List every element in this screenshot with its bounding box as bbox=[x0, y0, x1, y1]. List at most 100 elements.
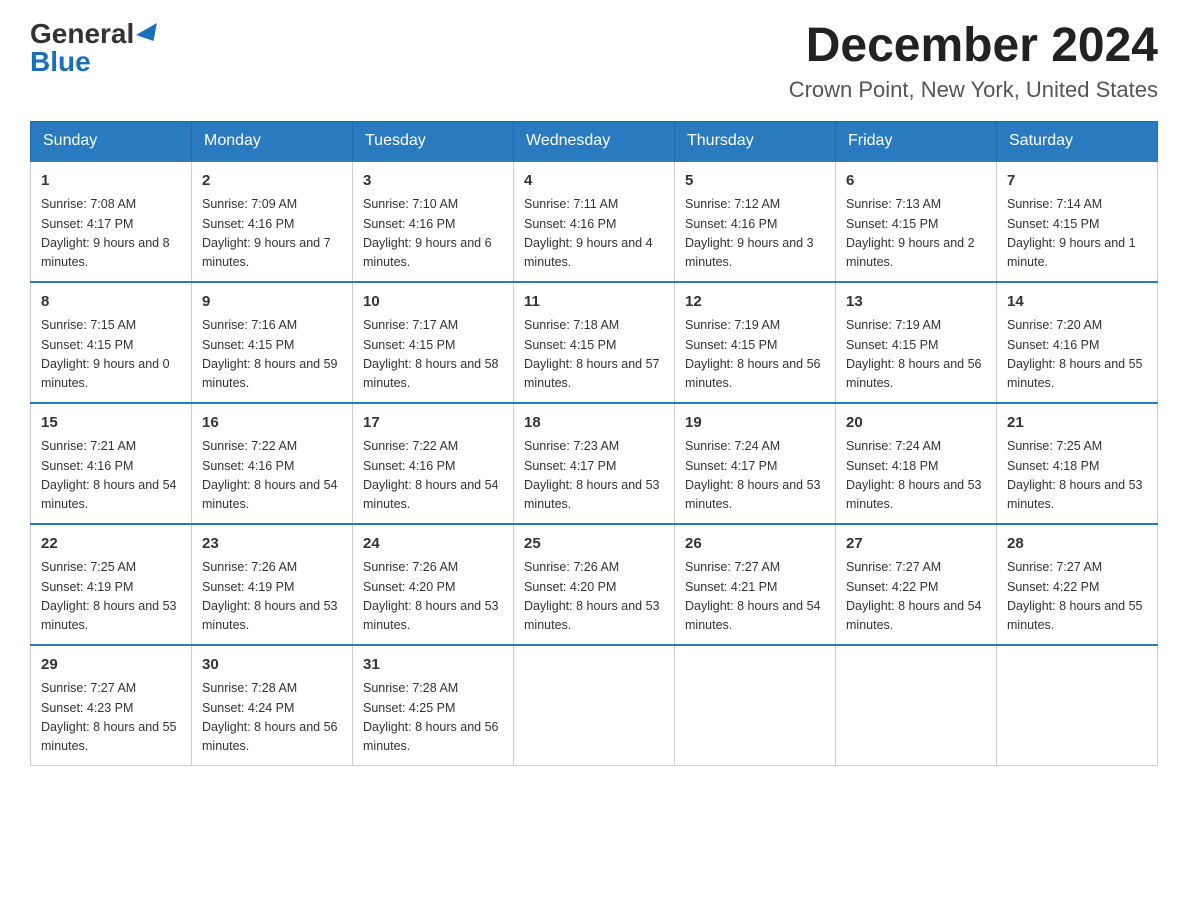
day-number: 30 bbox=[202, 654, 342, 677]
day-info: Sunrise: 7:24 AM Sunset: 4:17 PM Dayligh… bbox=[685, 437, 825, 515]
calendar-header-saturday: Saturday bbox=[997, 121, 1158, 161]
calendar-cell: 7 Sunrise: 7:14 AM Sunset: 4:15 PM Dayli… bbox=[997, 161, 1158, 282]
calendar-week-row: 29 Sunrise: 7:27 AM Sunset: 4:23 PM Dayl… bbox=[31, 645, 1158, 766]
day-info: Sunrise: 7:28 AM Sunset: 4:25 PM Dayligh… bbox=[363, 679, 503, 757]
day-number: 22 bbox=[41, 533, 181, 556]
calendar-cell: 28 Sunrise: 7:27 AM Sunset: 4:22 PM Dayl… bbox=[997, 524, 1158, 645]
day-info: Sunrise: 7:21 AM Sunset: 4:16 PM Dayligh… bbox=[41, 437, 181, 515]
day-number: 8 bbox=[41, 291, 181, 314]
day-info: Sunrise: 7:16 AM Sunset: 4:15 PM Dayligh… bbox=[202, 316, 342, 394]
calendar-week-row: 15 Sunrise: 7:21 AM Sunset: 4:16 PM Dayl… bbox=[31, 403, 1158, 524]
day-info: Sunrise: 7:20 AM Sunset: 4:16 PM Dayligh… bbox=[1007, 316, 1147, 394]
day-number: 3 bbox=[363, 170, 503, 193]
day-number: 10 bbox=[363, 291, 503, 314]
calendar-cell: 11 Sunrise: 7:18 AM Sunset: 4:15 PM Dayl… bbox=[514, 282, 675, 403]
calendar-cell: 19 Sunrise: 7:24 AM Sunset: 4:17 PM Dayl… bbox=[675, 403, 836, 524]
calendar-cell bbox=[836, 645, 997, 766]
day-info: Sunrise: 7:11 AM Sunset: 4:16 PM Dayligh… bbox=[524, 195, 664, 273]
calendar-cell: 29 Sunrise: 7:27 AM Sunset: 4:23 PM Dayl… bbox=[31, 645, 192, 766]
calendar-cell: 12 Sunrise: 7:19 AM Sunset: 4:15 PM Dayl… bbox=[675, 282, 836, 403]
day-number: 16 bbox=[202, 412, 342, 435]
logo-blue-text: Blue bbox=[30, 48, 91, 76]
day-info: Sunrise: 7:27 AM Sunset: 4:22 PM Dayligh… bbox=[1007, 558, 1147, 636]
day-number: 27 bbox=[846, 533, 986, 556]
calendar-header-row: SundayMondayTuesdayWednesdayThursdayFrid… bbox=[31, 121, 1158, 161]
calendar-cell: 8 Sunrise: 7:15 AM Sunset: 4:15 PM Dayli… bbox=[31, 282, 192, 403]
logo-arrow-icon bbox=[136, 23, 164, 47]
day-info: Sunrise: 7:24 AM Sunset: 4:18 PM Dayligh… bbox=[846, 437, 986, 515]
month-title: December 2024 bbox=[789, 20, 1158, 73]
location-title: Crown Point, New York, United States bbox=[789, 77, 1158, 103]
day-info: Sunrise: 7:27 AM Sunset: 4:21 PM Dayligh… bbox=[685, 558, 825, 636]
day-number: 26 bbox=[685, 533, 825, 556]
calendar-header-monday: Monday bbox=[192, 121, 353, 161]
day-number: 15 bbox=[41, 412, 181, 435]
calendar-cell: 17 Sunrise: 7:22 AM Sunset: 4:16 PM Dayl… bbox=[353, 403, 514, 524]
day-number: 21 bbox=[1007, 412, 1147, 435]
day-number: 7 bbox=[1007, 170, 1147, 193]
calendar-cell: 26 Sunrise: 7:27 AM Sunset: 4:21 PM Dayl… bbox=[675, 524, 836, 645]
calendar-week-row: 8 Sunrise: 7:15 AM Sunset: 4:15 PM Dayli… bbox=[31, 282, 1158, 403]
day-number: 5 bbox=[685, 170, 825, 193]
calendar-week-row: 22 Sunrise: 7:25 AM Sunset: 4:19 PM Dayl… bbox=[31, 524, 1158, 645]
calendar-header-thursday: Thursday bbox=[675, 121, 836, 161]
calendar-cell bbox=[675, 645, 836, 766]
logo: General Blue bbox=[30, 20, 162, 76]
day-number: 18 bbox=[524, 412, 664, 435]
day-number: 11 bbox=[524, 291, 664, 314]
day-number: 17 bbox=[363, 412, 503, 435]
day-info: Sunrise: 7:25 AM Sunset: 4:19 PM Dayligh… bbox=[41, 558, 181, 636]
title-area: December 2024 Crown Point, New York, Uni… bbox=[789, 20, 1158, 103]
day-info: Sunrise: 7:08 AM Sunset: 4:17 PM Dayligh… bbox=[41, 195, 181, 273]
day-number: 1 bbox=[41, 170, 181, 193]
day-number: 13 bbox=[846, 291, 986, 314]
day-info: Sunrise: 7:22 AM Sunset: 4:16 PM Dayligh… bbox=[363, 437, 503, 515]
day-number: 9 bbox=[202, 291, 342, 314]
calendar-week-row: 1 Sunrise: 7:08 AM Sunset: 4:17 PM Dayli… bbox=[31, 161, 1158, 282]
day-number: 4 bbox=[524, 170, 664, 193]
calendar-cell: 20 Sunrise: 7:24 AM Sunset: 4:18 PM Dayl… bbox=[836, 403, 997, 524]
day-number: 2 bbox=[202, 170, 342, 193]
day-number: 31 bbox=[363, 654, 503, 677]
calendar-cell: 15 Sunrise: 7:21 AM Sunset: 4:16 PM Dayl… bbox=[31, 403, 192, 524]
calendar-cell: 1 Sunrise: 7:08 AM Sunset: 4:17 PM Dayli… bbox=[31, 161, 192, 282]
calendar-cell: 18 Sunrise: 7:23 AM Sunset: 4:17 PM Dayl… bbox=[514, 403, 675, 524]
day-number: 28 bbox=[1007, 533, 1147, 556]
day-info: Sunrise: 7:09 AM Sunset: 4:16 PM Dayligh… bbox=[202, 195, 342, 273]
calendar-cell: 5 Sunrise: 7:12 AM Sunset: 4:16 PM Dayli… bbox=[675, 161, 836, 282]
calendar-cell: 6 Sunrise: 7:13 AM Sunset: 4:15 PM Dayli… bbox=[836, 161, 997, 282]
page-header: General Blue December 2024 Crown Point, … bbox=[30, 20, 1158, 103]
day-info: Sunrise: 7:27 AM Sunset: 4:22 PM Dayligh… bbox=[846, 558, 986, 636]
day-number: 12 bbox=[685, 291, 825, 314]
calendar-cell: 10 Sunrise: 7:17 AM Sunset: 4:15 PM Dayl… bbox=[353, 282, 514, 403]
calendar-cell: 16 Sunrise: 7:22 AM Sunset: 4:16 PM Dayl… bbox=[192, 403, 353, 524]
calendar-header-friday: Friday bbox=[836, 121, 997, 161]
calendar-cell: 3 Sunrise: 7:10 AM Sunset: 4:16 PM Dayli… bbox=[353, 161, 514, 282]
day-info: Sunrise: 7:17 AM Sunset: 4:15 PM Dayligh… bbox=[363, 316, 503, 394]
day-number: 19 bbox=[685, 412, 825, 435]
calendar-cell: 4 Sunrise: 7:11 AM Sunset: 4:16 PM Dayli… bbox=[514, 161, 675, 282]
day-info: Sunrise: 7:10 AM Sunset: 4:16 PM Dayligh… bbox=[363, 195, 503, 273]
calendar-cell bbox=[997, 645, 1158, 766]
day-info: Sunrise: 7:26 AM Sunset: 4:20 PM Dayligh… bbox=[363, 558, 503, 636]
calendar-cell bbox=[514, 645, 675, 766]
calendar-header-wednesday: Wednesday bbox=[514, 121, 675, 161]
day-info: Sunrise: 7:14 AM Sunset: 4:15 PM Dayligh… bbox=[1007, 195, 1147, 273]
logo-general-text: General bbox=[30, 18, 134, 49]
calendar-cell: 30 Sunrise: 7:28 AM Sunset: 4:24 PM Dayl… bbox=[192, 645, 353, 766]
calendar-cell: 14 Sunrise: 7:20 AM Sunset: 4:16 PM Dayl… bbox=[997, 282, 1158, 403]
calendar-cell: 31 Sunrise: 7:28 AM Sunset: 4:25 PM Dayl… bbox=[353, 645, 514, 766]
day-info: Sunrise: 7:25 AM Sunset: 4:18 PM Dayligh… bbox=[1007, 437, 1147, 515]
calendar-cell: 21 Sunrise: 7:25 AM Sunset: 4:18 PM Dayl… bbox=[997, 403, 1158, 524]
day-info: Sunrise: 7:26 AM Sunset: 4:20 PM Dayligh… bbox=[524, 558, 664, 636]
day-number: 6 bbox=[846, 170, 986, 193]
day-info: Sunrise: 7:19 AM Sunset: 4:15 PM Dayligh… bbox=[846, 316, 986, 394]
calendar-cell: 23 Sunrise: 7:26 AM Sunset: 4:19 PM Dayl… bbox=[192, 524, 353, 645]
calendar-cell: 9 Sunrise: 7:16 AM Sunset: 4:15 PM Dayli… bbox=[192, 282, 353, 403]
day-info: Sunrise: 7:26 AM Sunset: 4:19 PM Dayligh… bbox=[202, 558, 342, 636]
calendar-table: SundayMondayTuesdayWednesdayThursdayFrid… bbox=[30, 121, 1158, 766]
day-info: Sunrise: 7:27 AM Sunset: 4:23 PM Dayligh… bbox=[41, 679, 181, 757]
day-info: Sunrise: 7:28 AM Sunset: 4:24 PM Dayligh… bbox=[202, 679, 342, 757]
day-info: Sunrise: 7:19 AM Sunset: 4:15 PM Dayligh… bbox=[685, 316, 825, 394]
day-info: Sunrise: 7:18 AM Sunset: 4:15 PM Dayligh… bbox=[524, 316, 664, 394]
